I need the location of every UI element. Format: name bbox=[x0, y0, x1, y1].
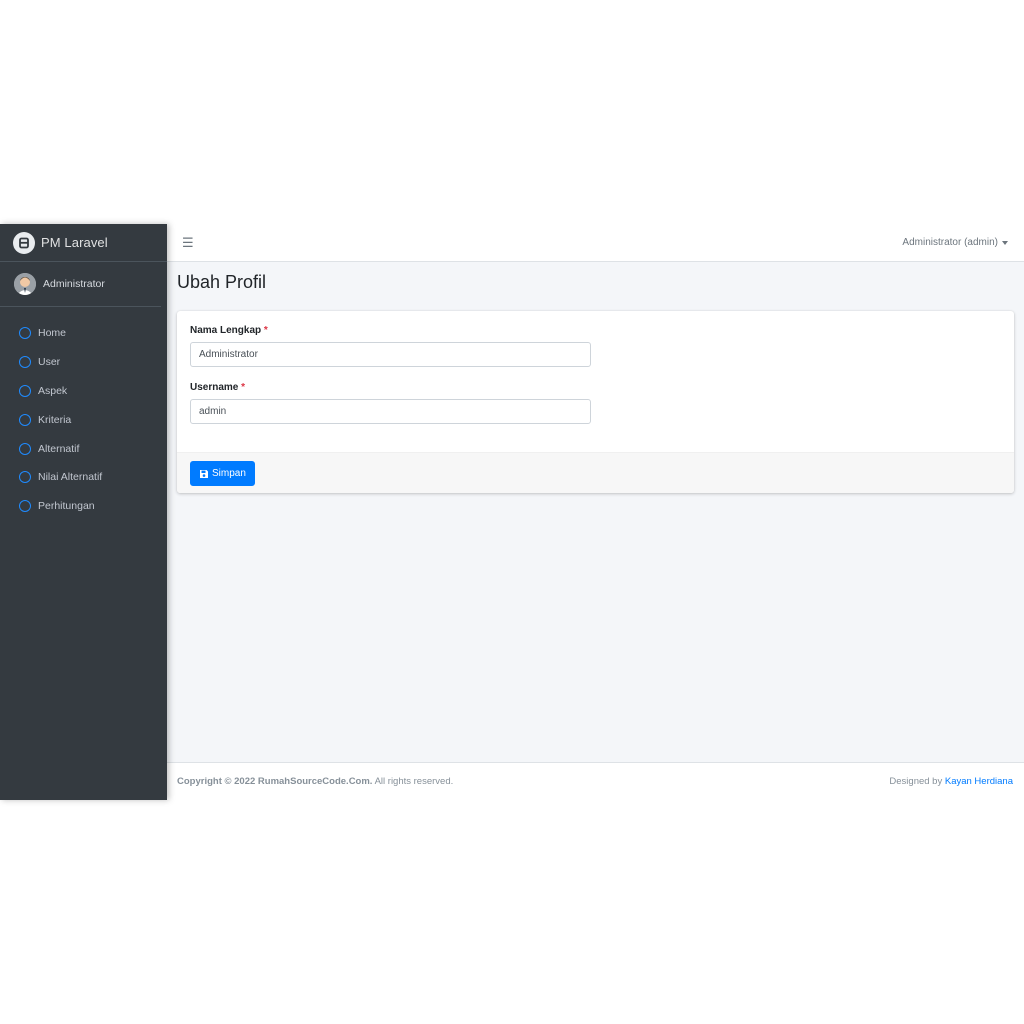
circle-icon bbox=[19, 500, 31, 513]
circle-icon bbox=[19, 384, 31, 397]
save-icon bbox=[199, 469, 209, 479]
laravel-logo-icon bbox=[13, 231, 35, 254]
avatar bbox=[14, 273, 36, 295]
card-footer: Simpan bbox=[177, 452, 1014, 493]
sidebar-item-label: Aspek bbox=[38, 384, 68, 397]
sidebar-item-perhitungan[interactable]: Perhitungan bbox=[0, 492, 167, 521]
caret-down-icon bbox=[1002, 240, 1008, 245]
username-label: Username * bbox=[190, 382, 1001, 393]
required-mark: * bbox=[241, 382, 246, 393]
sidebar-item-label: Home bbox=[38, 327, 67, 340]
user-panel[interactable]: Administrator bbox=[0, 262, 161, 307]
sidebar-item-label: Alternatif bbox=[38, 442, 80, 455]
brand-link[interactable]: PM Laravel bbox=[0, 224, 167, 262]
sidebar-item-label: User bbox=[38, 356, 61, 369]
nama-lengkap-label-text: Nama Lengkap bbox=[190, 325, 262, 336]
username-input[interactable] bbox=[190, 399, 591, 424]
footer-copyright: Copyright © 2022 RumahSourceCode.Com. Al… bbox=[177, 776, 453, 787]
author-link[interactable]: Kayan Herdiana bbox=[945, 776, 1013, 787]
designed-by-text: Designed by bbox=[889, 776, 943, 787]
app-shell: PM Laravel Administrator Home User Aspek… bbox=[0, 224, 1024, 800]
circle-icon bbox=[19, 356, 31, 369]
sidebar-item-label: Perhitungan bbox=[38, 500, 95, 513]
required-mark: * bbox=[263, 325, 268, 336]
user-menu-dropdown[interactable]: Administrator (admin) bbox=[902, 237, 1008, 248]
circle-icon bbox=[19, 471, 31, 484]
circle-icon bbox=[19, 327, 31, 340]
sidebar-item-label: Nilai Alternatif bbox=[38, 471, 103, 484]
user-panel-name: Administrator bbox=[43, 278, 105, 290]
copyright-text: Copyright © 2022 RumahSourceCode.Com. bbox=[177, 776, 373, 787]
sidebar-item-aspek[interactable]: Aspek bbox=[0, 377, 167, 406]
content-wrapper: ☰ Administrator (admin) Ubah Profil Nama… bbox=[167, 224, 1024, 800]
sidebar-item-nilai-alternatif[interactable]: Nilai Alternatif bbox=[0, 463, 167, 492]
profile-form-card: Nama Lengkap * Username * bbox=[177, 311, 1014, 493]
card-body: Nama Lengkap * Username * bbox=[177, 311, 1014, 452]
hamburger-icon[interactable]: ☰ bbox=[182, 235, 194, 251]
nama-lengkap-label: Nama Lengkap * bbox=[190, 325, 1001, 336]
sidebar-item-label: Kriteria bbox=[38, 413, 72, 426]
topbar: ☰ Administrator (admin) bbox=[167, 224, 1024, 262]
circle-icon bbox=[19, 442, 31, 455]
user-menu-label: Administrator (admin) bbox=[902, 237, 998, 248]
footer-credit: Designed by Kayan Herdiana bbox=[889, 776, 1013, 787]
brand-name: PM Laravel bbox=[41, 235, 108, 250]
circle-icon bbox=[19, 413, 31, 426]
sidebar-item-home[interactable]: Home bbox=[0, 319, 167, 348]
nama-lengkap-input[interactable] bbox=[190, 342, 591, 367]
page-title: Ubah Profil bbox=[177, 272, 267, 292]
sidebar: PM Laravel Administrator Home User Aspek… bbox=[0, 224, 167, 800]
rights-text: All rights reserved. bbox=[374, 776, 454, 787]
simpan-button[interactable]: Simpan bbox=[190, 461, 255, 486]
simpan-button-label: Simpan bbox=[212, 468, 246, 479]
sidebar-item-kriteria[interactable]: Kriteria bbox=[0, 405, 167, 434]
sidebar-item-alternatif[interactable]: Alternatif bbox=[0, 434, 167, 463]
sidebar-nav: Home User Aspek Kriteria Alternatif Nila… bbox=[0, 307, 167, 521]
sidebar-item-user[interactable]: User bbox=[0, 348, 167, 377]
username-label-text: Username bbox=[190, 382, 239, 393]
page-footer: Copyright © 2022 RumahSourceCode.Com. Al… bbox=[167, 762, 1024, 800]
